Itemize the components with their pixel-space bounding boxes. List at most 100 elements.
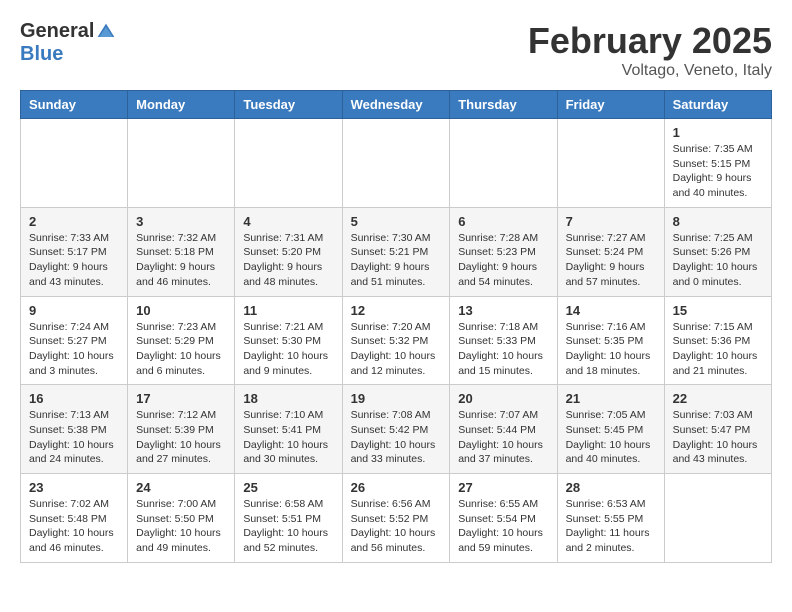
sunrise-time: Sunrise: 7:23 AM xyxy=(136,320,226,335)
daylight-hours: Daylight: 10 hours and 9 minutes. xyxy=(243,349,333,378)
sunrise-time: Sunrise: 7:00 AM xyxy=(136,497,226,512)
day-number: 22 xyxy=(673,391,763,406)
calendar-day-cell: 24 Sunrise: 7:00 AMSunset: 5:50 PMDayligh… xyxy=(128,474,235,563)
sunset-time: Sunset: 5:48 PM xyxy=(29,512,119,527)
calendar-day-cell: 5 Sunrise: 7:30 AMSunset: 5:21 PMDaylight… xyxy=(342,207,450,296)
daylight-hours: Daylight: 10 hours and 49 minutes. xyxy=(136,526,226,555)
sunset-time: Sunset: 5:29 PM xyxy=(136,334,226,349)
sunset-time: Sunset: 5:32 PM xyxy=(351,334,442,349)
calendar-day-cell: 17Sunrise: 7:12 AMSunset: 5:39 PMDayligh… xyxy=(128,385,235,474)
calendar-weekday-header: Sunday xyxy=(21,91,128,119)
sunrise-time: Sunrise: 7:35 AM xyxy=(673,142,763,157)
calendar-day-cell: 13Sunrise: 7:18 AMSunset: 5:33 PMDayligh… xyxy=(450,296,557,385)
sunrise-time: Sunrise: 7:03 AM xyxy=(673,408,763,423)
calendar-day-cell: 6Sunrise: 7:28 AMSunset: 5:23 PMDaylight… xyxy=(450,207,557,296)
calendar-day-cell: 25Sunrise: 6:58 AMSunset: 5:51 PMDayligh… xyxy=(235,474,342,563)
sunset-time: Sunset: 5:24 PM xyxy=(566,245,656,260)
sunrise-time: Sunrise: 7:13 AM xyxy=(29,408,119,423)
day-number: 26 xyxy=(351,480,442,495)
day-number: 12 xyxy=(351,303,442,318)
day-number: 17 xyxy=(136,391,226,406)
day-number: 21 xyxy=(566,391,656,406)
sunrise-time: Sunrise: 7:15 AM xyxy=(673,320,763,335)
daylight-hours: Daylight: 10 hours and 12 minutes. xyxy=(351,349,442,378)
calendar-week-row: 1Sunrise: 7:35 AMSunset: 5:15 PMDaylight… xyxy=(21,119,772,208)
page-title: February 2025 xyxy=(528,20,772,62)
calendar-weekday-header: Friday xyxy=(557,91,664,119)
day-number: 20 xyxy=(458,391,548,406)
sunrise-time: Sunrise: 7:30 AM xyxy=(351,231,442,246)
day-number: 2 xyxy=(29,214,119,229)
calendar-day-cell xyxy=(342,119,450,208)
daylight-hours: Daylight: 10 hours and 33 minutes. xyxy=(351,438,442,467)
sunset-time: Sunset: 5:17 PM xyxy=(29,245,119,260)
day-number: 28 xyxy=(566,480,656,495)
sunset-time: Sunset: 5:52 PM xyxy=(351,512,442,527)
calendar-weekday-header: Wednesday xyxy=(342,91,450,119)
day-number: 19 xyxy=(351,391,442,406)
sunrise-time: Sunrise: 7:12 AM xyxy=(136,408,226,423)
daylight-hours: Daylight: 10 hours and 59 minutes. xyxy=(458,526,548,555)
day-number: 5 xyxy=(351,214,442,229)
day-number: 7 xyxy=(566,214,656,229)
sunrise-time: Sunrise: 7:02 AM xyxy=(29,497,119,512)
sunset-time: Sunset: 5:33 PM xyxy=(458,334,548,349)
sunrise-time: Sunrise: 6:58 AM xyxy=(243,497,333,512)
calendar-day-cell: 27Sunrise: 6:55 AMSunset: 5:54 PMDayligh… xyxy=(450,474,557,563)
day-number: 24 xyxy=(136,480,226,495)
daylight-hours: Daylight: 10 hours and 27 minutes. xyxy=(136,438,226,467)
calendar-day-cell: 19Sunrise: 7:08 AMSunset: 5:42 PMDayligh… xyxy=(342,385,450,474)
day-number: 13 xyxy=(458,303,548,318)
day-number: 11 xyxy=(243,303,333,318)
calendar-weekday-header: Thursday xyxy=(450,91,557,119)
sunrise-time: Sunrise: 7:21 AM xyxy=(243,320,333,335)
calendar-weekday-header: Monday xyxy=(128,91,235,119)
logo: General Blue xyxy=(20,20,116,66)
daylight-hours: Daylight: 10 hours and 40 minutes. xyxy=(566,438,656,467)
calendar-day-cell: 8Sunrise: 7:25 AMSunset: 5:26 PMDaylight… xyxy=(664,207,771,296)
calendar-day-cell: 15Sunrise: 7:15 AMSunset: 5:36 PMDayligh… xyxy=(664,296,771,385)
sunset-time: Sunset: 5:21 PM xyxy=(351,245,442,260)
sunset-time: Sunset: 5:55 PM xyxy=(566,512,656,527)
sunrise-time: Sunrise: 6:56 AM xyxy=(351,497,442,512)
sunset-time: Sunset: 5:50 PM xyxy=(136,512,226,527)
day-number: 15 xyxy=(673,303,763,318)
sunrise-time: Sunrise: 7:27 AM xyxy=(566,231,656,246)
daylight-hours: Daylight: 10 hours and 43 minutes. xyxy=(673,438,763,467)
calendar-day-cell: 11Sunrise: 7:21 AMSunset: 5:30 PMDayligh… xyxy=(235,296,342,385)
daylight-hours: Daylight: 9 hours and 51 minutes. xyxy=(351,260,442,289)
calendar-day-cell: 3Sunrise: 7:32 AMSunset: 5:18 PMDaylight… xyxy=(128,207,235,296)
daylight-hours: Daylight: 10 hours and 56 minutes. xyxy=(351,526,442,555)
daylight-hours: Daylight: 10 hours and 3 minutes. xyxy=(29,349,119,378)
sunrise-time: Sunrise: 7:25 AM xyxy=(673,231,763,246)
calendar-day-cell: 10Sunrise: 7:23 AMSunset: 5:29 PMDayligh… xyxy=(128,296,235,385)
calendar-day-cell xyxy=(557,119,664,208)
sunset-time: Sunset: 5:27 PM xyxy=(29,334,119,349)
title-section: February 2025 Voltago, Veneto, Italy xyxy=(528,20,772,80)
sunset-time: Sunset: 5:51 PM xyxy=(243,512,333,527)
calendar-header-row: SundayMondayTuesdayWednesdayThursdayFrid… xyxy=(21,91,772,119)
calendar-day-cell: 23Sunrise: 7:02 AMSunset: 5:48 PMDayligh… xyxy=(21,474,128,563)
daylight-hours: Daylight: 11 hours and 2 minutes. xyxy=(566,526,656,555)
calendar-day-cell xyxy=(664,474,771,563)
daylight-hours: Daylight: 9 hours and 57 minutes. xyxy=(566,260,656,289)
calendar-week-row: 9Sunrise: 7:24 AMSunset: 5:27 PMDaylight… xyxy=(21,296,772,385)
sunrise-time: Sunrise: 7:16 AM xyxy=(566,320,656,335)
calendar-day-cell: 18Sunrise: 7:10 AMSunset: 5:41 PMDayligh… xyxy=(235,385,342,474)
sunset-time: Sunset: 5:15 PM xyxy=(673,157,763,172)
day-number: 16 xyxy=(29,391,119,406)
daylight-hours: Daylight: 9 hours and 40 minutes. xyxy=(673,171,763,200)
sunrise-time: Sunrise: 6:53 AM xyxy=(566,497,656,512)
day-number: 3 xyxy=(136,214,226,229)
daylight-hours: Daylight: 10 hours and 6 minutes. xyxy=(136,349,226,378)
logo-icon xyxy=(96,22,116,42)
calendar-day-cell: 12Sunrise: 7:20 AMSunset: 5:32 PMDayligh… xyxy=(342,296,450,385)
calendar-day-cell: 16Sunrise: 7:13 AMSunset: 5:38 PMDayligh… xyxy=(21,385,128,474)
calendar-day-cell: 26 Sunrise: 6:56 AMSunset: 5:52 PMDayligh… xyxy=(342,474,450,563)
day-number: 6 xyxy=(458,214,548,229)
daylight-hours: Daylight: 10 hours and 21 minutes. xyxy=(673,349,763,378)
sunset-time: Sunset: 5:41 PM xyxy=(243,423,333,438)
sunrise-time: Sunrise: 7:28 AM xyxy=(458,231,548,246)
sunrise-time: Sunrise: 7:24 AM xyxy=(29,320,119,335)
logo-blue-text: Blue xyxy=(20,43,63,66)
